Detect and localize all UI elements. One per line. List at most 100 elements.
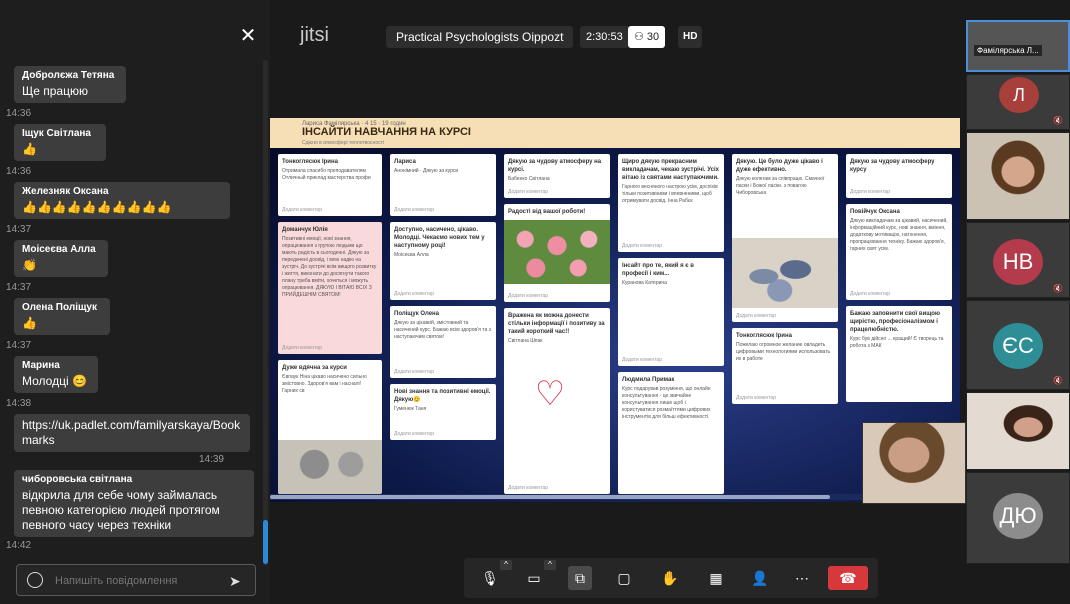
padlet-card[interactable]: Поліщук Олена Дякую за цікавий, змістовн… xyxy=(390,306,496,378)
padlet-card[interactable]: Дуже вдячна за курси Євпаук Ніна цікаво … xyxy=(278,360,382,494)
card-title: Доступно, насичено, цікаво. Молодці. Чек… xyxy=(394,227,485,249)
mic-options-caret[interactable]: ^ xyxy=(500,560,512,570)
jitsi-logo: jitsi xyxy=(300,24,329,46)
padlet-card[interactable]: Лариса Анонімний · Дякую за курси Додати… xyxy=(390,154,496,216)
add-comment[interactable]: Додати коментар xyxy=(394,291,434,297)
message-text: 👍 xyxy=(22,316,37,330)
card-title: Бажаю заповнити свої вищою щирістю, проф… xyxy=(850,311,941,333)
camera-icon[interactable]: ▭ xyxy=(522,566,546,590)
padlet-card[interactable]: Доманчук Юлія Позитивні емоції, нові зна… xyxy=(278,222,382,354)
padlet-card[interactable]: Бажаю заповнити свої вищою щирістю, проф… xyxy=(846,306,952,402)
message-author: Марина xyxy=(22,360,60,371)
emoji-icon[interactable] xyxy=(27,572,43,588)
padlet-card[interactable]: Вражена як можна донести стільки інформа… xyxy=(504,308,610,494)
tile-view-icon[interactable]: ▦ xyxy=(704,566,728,590)
padlet-card[interactable]: Нові знання та позитивні емоції. Дякую😊 … xyxy=(390,384,496,440)
add-comment[interactable]: Додати коментар xyxy=(736,395,776,401)
add-comment[interactable]: Додати коментар xyxy=(282,207,322,213)
participant-avatar: ЄС xyxy=(993,323,1043,369)
participant-tile[interactable] xyxy=(966,132,1070,220)
padlet-card[interactable]: Радості від вашої роботи! Додати комента… xyxy=(504,204,610,302)
card-body: Анонімний · Дякую за курси xyxy=(394,168,459,174)
add-comment[interactable]: Додати коментар xyxy=(850,291,890,297)
message-text: 👍 xyxy=(22,142,37,156)
padlet-card[interactable]: Тонкоглясюк Ірина Пожелаю огромное желан… xyxy=(732,328,838,404)
message-time: 14:38 xyxy=(6,398,32,409)
card-body: Дякую колегам за співпрацю. Смачної паск… xyxy=(736,176,825,196)
jitsi-window: ✕ Добролєжа Тетяна Ще працюю 14:36 Іщук … xyxy=(0,0,1070,604)
chat-icon[interactable]: ▢ xyxy=(612,566,636,590)
padlet-card[interactable]: Інсайт про те, який я є в професії і ким… xyxy=(618,258,724,366)
padlet-card[interactable]: Доступно, насичено, цікаво. Молодці. Чек… xyxy=(390,222,496,300)
card-title: Радості від вашої роботи! xyxy=(508,209,586,215)
participant-tile[interactable]: Л 🔇 xyxy=(966,74,1070,130)
card-body: Євпаук Ніна цікаво насичено сильно зміст… xyxy=(282,374,367,394)
card-title: Дякую за чудову атмосферу курсу xyxy=(850,159,935,173)
card-body: Курс був дійсно ... кращий! Є творець та… xyxy=(850,336,944,349)
chat-message: https://uk.padlet.com/familyarskaya/Book… xyxy=(14,414,250,452)
add-comment[interactable]: Додати коментар xyxy=(850,189,890,195)
card-title: Вражена як можна донести стільки інформа… xyxy=(508,313,605,335)
add-comment[interactable]: Додати коментар xyxy=(736,313,776,319)
invite-icon[interactable]: 👤 xyxy=(748,566,772,590)
padlet-card[interactable]: Тонкоглясюк Ірина Отримала спасибо препо… xyxy=(278,154,382,216)
send-icon[interactable]: ➤ xyxy=(229,572,247,590)
padlet-card[interactable]: Повійчук Оксана Дякую викладачам за ціка… xyxy=(846,204,952,300)
add-comment[interactable]: Додати коментар xyxy=(394,207,434,213)
participant-tile[interactable]: ДЮ xyxy=(966,472,1070,564)
add-comment[interactable]: Додати коментар xyxy=(622,243,662,249)
add-comment[interactable]: Додати коментар xyxy=(394,431,434,437)
padlet-card[interactable]: Дякую. Це було дуже цікаво і дуже ефекти… xyxy=(732,154,838,322)
camera-options-caret[interactable]: ^ xyxy=(544,560,556,570)
muted-mic-icon: 🔇 xyxy=(1053,284,1063,293)
shared-screen: Лариса Фамілярська · 4 15 · 19 годин ІНС… xyxy=(270,118,960,502)
meeting-title: Practical Psychologists Oippozt xyxy=(386,26,574,48)
add-comment[interactable]: Додати коментар xyxy=(394,369,434,375)
participant-tile[interactable]: НВ 🔇 xyxy=(966,222,1070,298)
meeting-timer: 2:30:53 xyxy=(580,26,629,48)
add-comment[interactable]: Додати коментар xyxy=(282,345,322,351)
participant-name: Фамілярська Л... xyxy=(974,45,1042,56)
padlet-scroll-thumb[interactable] xyxy=(270,495,830,499)
add-comment[interactable]: Додати коментар xyxy=(508,189,548,195)
hangup-icon[interactable]: ☎ xyxy=(828,566,868,590)
raise-hand-icon[interactable]: ✋ xyxy=(658,566,682,590)
participant-tile[interactable] xyxy=(966,392,1070,470)
padlet-subtitle: Сдієно в атмосфері теплотвоєності xyxy=(302,140,385,146)
padlet-card[interactable]: Дякую за чудову атмосферу на курсі. Бабе… xyxy=(504,154,610,198)
chat-scrollbar[interactable] xyxy=(263,60,268,566)
microphone-icon[interactable]: 🎙 xyxy=(478,566,502,590)
muted-mic-icon: 🔇 xyxy=(1053,116,1063,125)
add-comment[interactable]: Додати коментар xyxy=(508,485,548,491)
screen-share-icon[interactable]: ⧉ xyxy=(568,566,592,590)
card-title: Інсайт про те, який я є в професії і ким… xyxy=(622,263,694,277)
card-body: Дякую викладачам за цікавий, насичений, … xyxy=(850,218,948,252)
message-time: 14:37 xyxy=(6,282,32,293)
participant-tile[interactable]: Фамілярська Л... xyxy=(966,20,1070,72)
muted-mic-icon: 🔇 xyxy=(1053,376,1063,385)
add-comment[interactable]: Додати коментар xyxy=(508,293,548,299)
card-title: Дякую. Це було дуже цікаво і дуже ефекти… xyxy=(736,159,823,173)
padlet-card[interactable]: Дякую за чудову атмосферу курсу Додати к… xyxy=(846,154,952,198)
more-icon[interactable]: ⋯ xyxy=(790,566,814,590)
message-time: 14:37 xyxy=(6,340,32,351)
participants-count[interactable]: ⚇ 30 xyxy=(628,26,666,48)
participant-tile[interactable]: ЄС 🔇 xyxy=(966,300,1070,390)
close-icon[interactable]: ✕ xyxy=(238,26,258,46)
padlet-card[interactable]: Людмила Примак Курс подарував розуміння,… xyxy=(618,372,724,494)
message-link[interactable]: https://uk.padlet.com/familyarskaya/Book… xyxy=(22,418,242,448)
padlet-header: Лариса Фамілярська · 4 15 · 19 годин ІНС… xyxy=(270,118,960,148)
chat-message: Олена Поліщук 👍 xyxy=(14,298,110,335)
card-body: Пожелаю огромное желание овладеть цифров… xyxy=(736,342,831,362)
video-quality-badge[interactable]: HD xyxy=(678,26,703,48)
participants-number: 30 xyxy=(646,31,660,43)
chat-scroll-thumb[interactable] xyxy=(263,520,268,564)
participants-filmstrip: Фамілярська Л... Л 🔇 НВ 🔇 ЄС 🔇 ДЮ xyxy=(966,0,1070,604)
participant-avatar: ДЮ xyxy=(993,493,1043,539)
local-video-preview[interactable] xyxy=(862,422,966,504)
card-body: Отримала спасибо преподавателям Отличный… xyxy=(282,168,371,181)
chat-message-input[interactable] xyxy=(55,572,215,590)
padlet-card[interactable]: Щиро дякую прекрасним викладачам, чекаю … xyxy=(618,154,724,252)
add-comment[interactable]: Додати коментар xyxy=(622,357,662,363)
card-title: Тонкоглясюк Ірина xyxy=(736,333,792,339)
